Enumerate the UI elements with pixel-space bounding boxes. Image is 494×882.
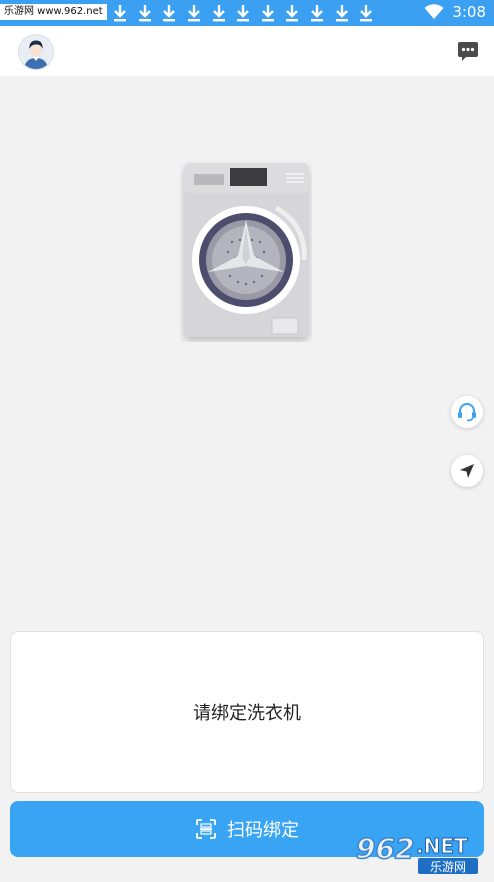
status-bar: 乐游网 www.962.net 3:08 bbox=[0, 0, 494, 26]
download-icon bbox=[354, 3, 379, 23]
download-icon bbox=[133, 3, 158, 23]
download-icon bbox=[305, 3, 330, 23]
user-avatar[interactable] bbox=[18, 34, 54, 70]
download-icon bbox=[231, 3, 256, 23]
download-icon bbox=[256, 3, 281, 23]
download-notifications bbox=[108, 3, 379, 23]
download-icon bbox=[108, 3, 133, 23]
download-icon bbox=[206, 3, 231, 23]
status-right: 3:08 bbox=[424, 3, 486, 21]
wifi-icon bbox=[424, 4, 444, 19]
customer-service-button[interactable] bbox=[451, 396, 483, 428]
svg-text:962: 962 bbox=[356, 832, 414, 865]
download-icon bbox=[280, 3, 305, 23]
scan-icon bbox=[196, 819, 216, 839]
washing-machine-illustration bbox=[180, 160, 312, 342]
avatar-icon bbox=[19, 35, 53, 69]
chat-bubble-icon bbox=[458, 42, 478, 61]
svg-text:乐游网: 乐游网 bbox=[430, 860, 466, 874]
watermark-badge: 乐游网 www.962.net bbox=[0, 4, 107, 20]
962-logo-icon: 962 .NET 乐游网 bbox=[355, 831, 478, 874]
bind-washer-card: 请绑定洗衣机 bbox=[10, 631, 484, 793]
locate-button[interactable] bbox=[451, 455, 483, 487]
download-icon bbox=[182, 3, 207, 23]
message-button[interactable] bbox=[457, 40, 479, 62]
bind-prompt-text: 请绑定洗衣机 bbox=[193, 703, 301, 724]
download-icon bbox=[329, 3, 354, 23]
location-arrow-icon bbox=[460, 464, 474, 478]
site-logo: 962 .NET 乐游网 bbox=[354, 828, 494, 878]
status-time: 3:08 bbox=[452, 3, 486, 21]
download-icon bbox=[157, 3, 182, 23]
headset-icon bbox=[458, 403, 476, 422]
app-header bbox=[0, 26, 494, 76]
washing-machine-icon bbox=[184, 163, 309, 337]
scan-bind-label: 扫码绑定 bbox=[227, 820, 299, 841]
svg-text:.NET: .NET bbox=[416, 834, 468, 858]
